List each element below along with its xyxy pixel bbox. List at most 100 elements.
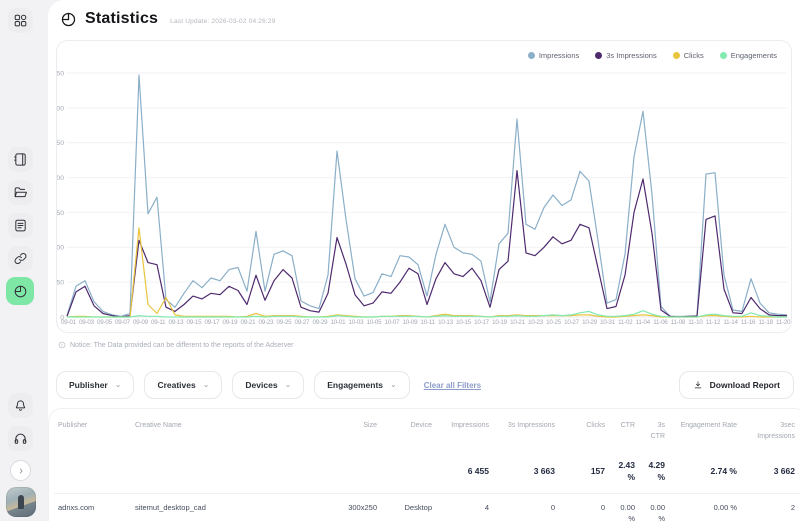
legend-item[interactable]: Clicks — [672, 51, 704, 60]
clear-all-filters-link[interactable]: Clear all Filters — [424, 381, 481, 390]
filter-dropdown-publisher[interactable]: Publisher ⌄ — [56, 371, 135, 399]
chevron-right-icon — [19, 468, 23, 473]
chart-legend: Impressions 3s Impressions Clicks Engagemen… — [527, 51, 777, 60]
totals-cell: 157 — [590, 465, 605, 476]
table-cell: Desktop — [404, 503, 432, 512]
y-tick-label: 100 — [57, 245, 64, 252]
download-report-label: Download Report — [709, 380, 780, 390]
column-header: Creative Name — [135, 422, 182, 429]
table-cell: 0.00 % — [620, 503, 635, 521]
x-tick-label: 11-18 — [758, 319, 773, 326]
legend-label: 3s Impressions — [606, 51, 657, 60]
column-header: Publisher — [58, 422, 88, 429]
legend-item[interactable]: Engagements — [719, 51, 777, 60]
totals-cell: 3 662 — [773, 465, 795, 476]
y-tick-label: 200 — [57, 175, 64, 182]
x-tick-label: 10-27 — [564, 319, 579, 326]
x-tick-label: 09-17 — [204, 319, 220, 326]
column-header: Clicks — [586, 422, 605, 429]
sidebar-item-reports[interactable] — [8, 213, 33, 238]
totals-cell: 4.29 % — [648, 459, 665, 482]
sidebar-item-journal[interactable] — [8, 147, 33, 172]
dashboard-grid-icon — [14, 14, 27, 27]
totals-cell: 2.74 % — [710, 465, 737, 476]
avatar[interactable] — [6, 487, 36, 517]
table-totals-row: 6 455 3 663 157 2.43 % 4.29 % 2.74 % 3 662 — [54, 450, 800, 494]
table-cell: 300x250 — [348, 503, 377, 512]
x-tick-label: 09-07 — [115, 319, 130, 326]
x-tick-label: 10-07 — [384, 319, 400, 326]
x-tick-label: 11-12 — [705, 319, 721, 326]
x-tick-label: 09-23 — [258, 319, 274, 326]
sidebar-item-notifications[interactable] — [8, 393, 33, 418]
x-tick-label: 09-19 — [222, 319, 238, 326]
x-tick-label: 10-13 — [438, 319, 453, 326]
sidebar — [0, 0, 48, 521]
y-tick-label: 150 — [57, 210, 64, 217]
column-header: Size — [363, 422, 377, 429]
headphones-icon — [14, 433, 27, 444]
x-tick-label: 10-29 — [582, 319, 597, 326]
column-header: 3s Impressions — [507, 422, 555, 429]
y-tick-label: 350 — [57, 70, 64, 77]
chevron-down-icon: ⌄ — [202, 379, 210, 389]
sidebar-item-links[interactable] — [8, 246, 33, 271]
x-tick-label: 10-25 — [546, 319, 561, 326]
y-tick-label: 50 — [57, 280, 64, 287]
table-cell: adnxs.com — [58, 503, 95, 512]
filter-dropdown-devices[interactable]: Devices ⌄ — [232, 371, 305, 399]
filter-dropdown-creatives[interactable]: Creatives ⌄ — [144, 371, 223, 399]
legend-item[interactable]: 3s Impressions — [595, 51, 657, 60]
notice-text: Notice: The Data provided can be differe… — [70, 341, 294, 349]
download-report-button[interactable]: Download Report — [678, 371, 794, 399]
chevron-down-icon: ⌄ — [284, 379, 292, 389]
x-tick-label: 10-01 — [330, 319, 346, 326]
sidebar-expand-button[interactable] — [10, 460, 31, 481]
filter-bar: Publisher ⌄ Creatives ⌄ Devices ⌄ Engagements ⌄… — [56, 370, 794, 400]
table-cell: 0 — [600, 503, 605, 512]
stats-table: Publisher Creative Name Size Device Impressi… — [48, 408, 800, 521]
x-tick-label: 09-25 — [276, 319, 292, 326]
page-header: Statistics Last Update: 2026-03-02 04:26… — [60, 10, 276, 28]
sidebar-item-statistics[interactable] — [6, 277, 34, 305]
x-tick-label: 10-19 — [492, 319, 507, 326]
x-axis-labels: 09-01 09-03 09-05 09-07 09-09 09-11 09-13 09-15… — [61, 319, 791, 326]
x-tick-label: 10-11 — [420, 319, 436, 326]
filter-dropdown-engagements[interactable]: Engagements ⌄ — [314, 371, 410, 399]
x-tick-label: 09-11 — [151, 319, 166, 326]
x-tick-label: 09-21 — [240, 319, 256, 326]
x-tick-label: 11-20 — [776, 319, 791, 326]
x-tick-label: 11-06 — [653, 319, 668, 326]
filter-label: Devices — [245, 380, 278, 390]
legend-label: Engagements — [730, 51, 777, 60]
chart-svg: 050100150200250300350 — [57, 70, 788, 321]
legend-dot — [719, 52, 727, 59]
filter-label: Creatives — [157, 380, 196, 390]
column-header: 3s CTR — [650, 422, 665, 440]
x-tick-label: 09-09 — [133, 319, 148, 326]
sidebar-item-folders[interactable] — [8, 180, 33, 205]
x-tick-label: 09-01 — [61, 319, 76, 326]
pie-chart-icon — [14, 285, 26, 297]
sidebar-item-dashboard[interactable] — [8, 8, 33, 33]
filter-label: Engagements — [327, 380, 384, 390]
y-tick-label: 250 — [57, 140, 64, 147]
bell-icon — [15, 400, 26, 411]
table-row[interactable]: adnxs.com sitemut_desktop_cad 300x250 Deskt… — [54, 494, 800, 521]
last-update-label: Last Update: 2026-03-02 04:26:29 — [170, 17, 276, 25]
x-tick-label: 09-05 — [97, 319, 112, 326]
sidebar-item-support[interactable] — [8, 426, 33, 451]
x-tick-label: 11-16 — [740, 319, 756, 326]
table-cell: 0.00 % — [650, 503, 665, 521]
chevron-down-icon: ⌄ — [114, 379, 122, 389]
table-cell: sitemut_desktop_cad — [135, 503, 206, 512]
report-icon — [15, 219, 26, 232]
filter-label: Publisher — [69, 380, 108, 390]
legend-item[interactable]: Impressions — [527, 51, 579, 60]
info-icon — [58, 341, 66, 349]
table-cell: 2 — [790, 503, 795, 512]
x-tick-label: 09-27 — [294, 319, 310, 326]
x-tick-label: 10-15 — [456, 319, 471, 326]
x-tick-label: 11-08 — [670, 319, 686, 326]
book-icon — [14, 153, 26, 166]
